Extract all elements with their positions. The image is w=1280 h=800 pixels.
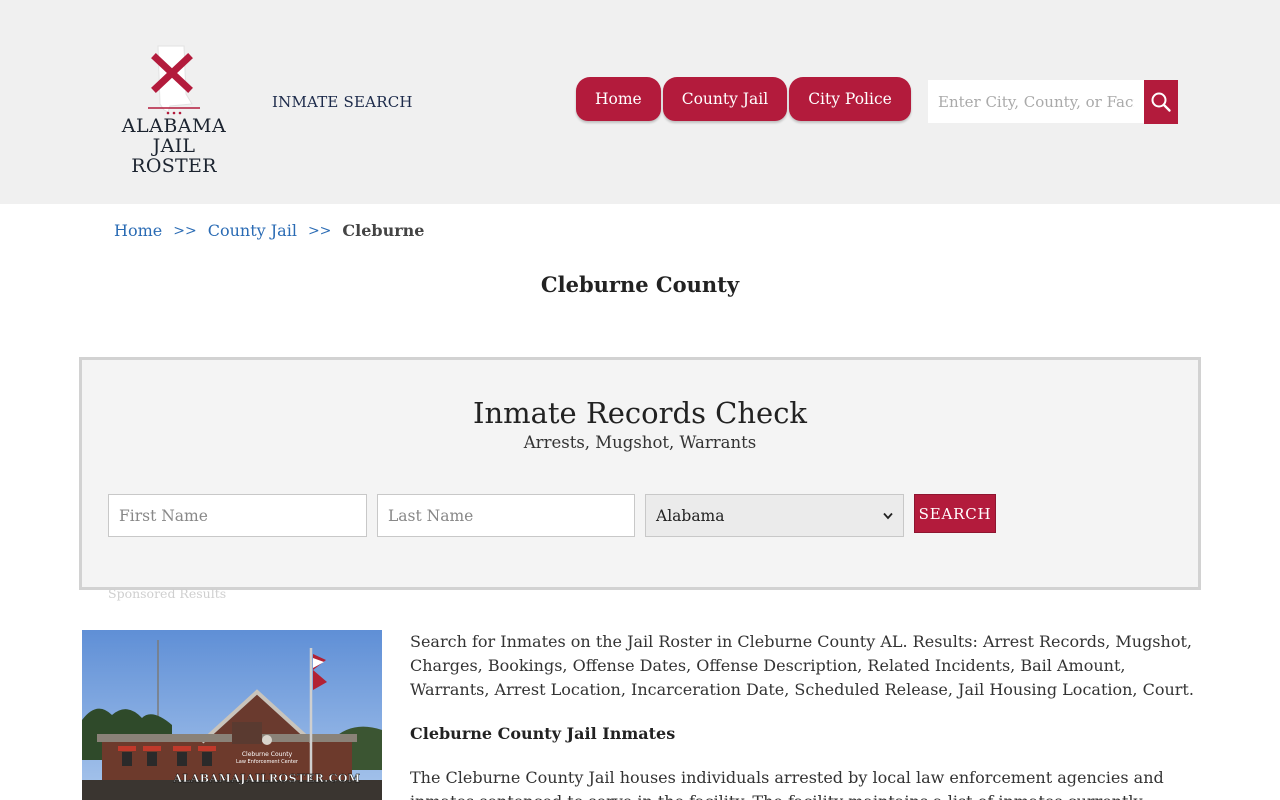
state-select-value: Alabama [656,506,725,525]
breadcrumb-current: Cleburne [342,221,425,240]
records-title: Inmate Records Check [472,396,808,430]
intro-paragraph: Search for Inmates on the Jail Roster in… [410,632,1194,699]
breadcrumb: Home >> County Jail >> Cleburne [114,221,424,240]
alabama-map-icon [148,45,200,115]
section-heading: Cleburne County Jail Inmates [410,724,676,743]
main-nav: Home County Jail City Police [576,77,913,121]
breadcrumb-home[interactable]: Home [114,221,162,240]
sponsored-label: Sponsored Results [108,586,227,601]
logo-line1: ALABAMA [121,115,227,137]
inmate-search-link[interactable]: INMATE SEARCH [272,93,413,111]
main-content: Search for Inmates on the Jail Roster in… [410,630,1200,800]
building-image: Cleburne County Law Enforcement Center A… [82,630,382,800]
records-subtitle: Arrests, Mugshot, Warrants [523,433,757,452]
header-search [928,80,1178,124]
first-name-input[interactable] [108,494,367,537]
breadcrumb-county-jail[interactable]: County Jail [208,221,297,240]
jail-building-photo: Cleburne County Law Enforcement Center A… [82,630,382,800]
photo-watermark: ALABAMAJAILROSTER.COM [172,772,360,785]
page-title: Cleburne County [540,272,740,297]
logo-text: ALABAMA JAIL ROSTER [108,116,240,176]
body-paragraph: The Cleburne County Jail houses individu… [410,768,1164,800]
breadcrumb-separator: >> [307,222,332,239]
header-search-input[interactable] [928,80,1144,123]
chevron-down-icon [883,512,893,519]
nav-county-jail[interactable]: County Jail [662,77,788,121]
records-search-button[interactable]: SEARCH [914,494,996,533]
breadcrumb-separator: >> [173,222,197,239]
nav-home[interactable]: Home [576,77,661,121]
logo-line2: JAIL ROSTER [131,135,217,177]
last-name-input[interactable] [377,494,635,537]
sign-line1: Cleburne County [242,751,293,758]
header-search-button[interactable] [1144,80,1178,124]
search-icon [1151,92,1171,112]
inmate-records-check: Inmate Records Check Arrests, Mugshot, W… [79,357,1201,590]
nav-city-police[interactable]: City Police [789,77,911,121]
sign-line2: Law Enforcement Center [236,759,299,765]
state-select[interactable]: Alabama [645,494,904,537]
site-header: ALABAMA JAIL ROSTER INMATE SEARCH Home C… [0,0,1280,204]
site-logo[interactable]: ALABAMA JAIL ROSTER [108,44,240,176]
